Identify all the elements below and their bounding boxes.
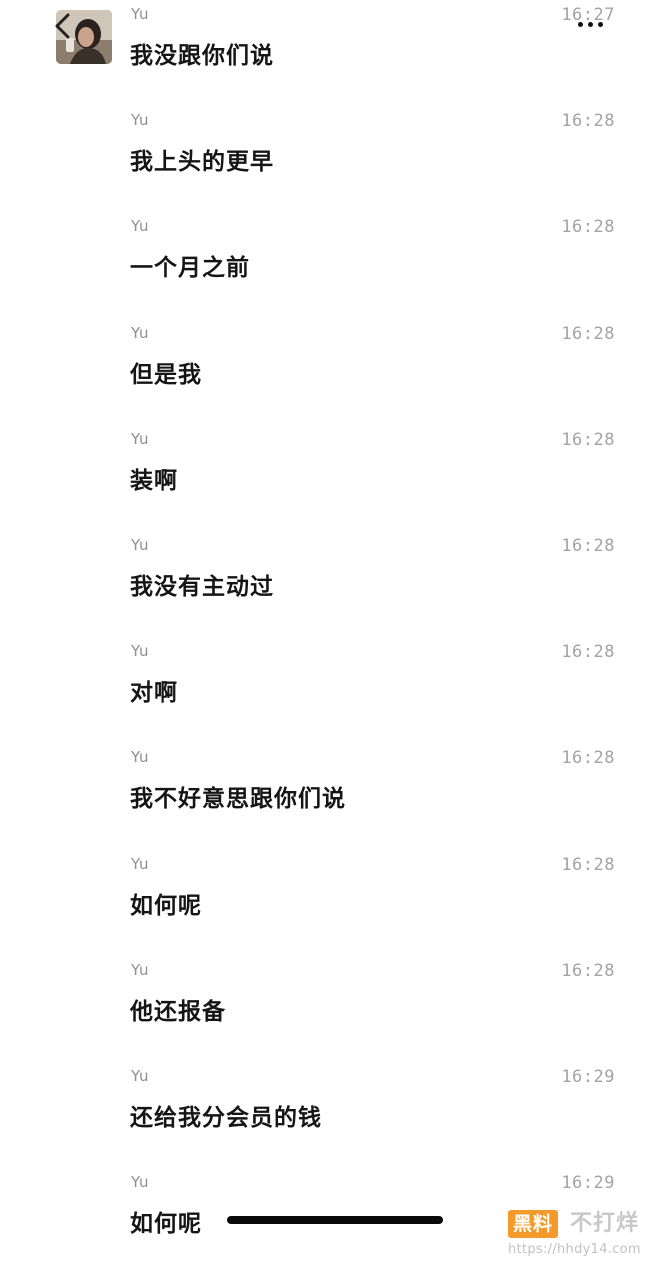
message-text: 我没跟你们说 — [130, 43, 274, 69]
home-indicator[interactable] — [227, 1216, 443, 1224]
message-time: 16:28 — [561, 217, 615, 238]
message-time: 16:28 — [561, 111, 615, 132]
message-sender: Yu — [131, 323, 149, 342]
more-dot — [578, 22, 583, 27]
message-time: 16:28 — [561, 960, 615, 981]
message-time: 16:29 — [561, 1173, 615, 1194]
message-item[interactable]: Yu 16:28 但是我 — [0, 319, 671, 425]
message-sender: Yu — [131, 111, 149, 130]
message-item[interactable]: Yu 16:28 一个月之前 — [0, 212, 671, 318]
message-sender: Yu — [131, 960, 149, 979]
message-sender: Yu — [131, 748, 149, 767]
message-time: 16:28 — [561, 323, 615, 344]
message-item[interactable]: Yu 16:28 如何呢 — [0, 850, 671, 956]
chevron-left-icon[interactable] — [52, 12, 74, 40]
message-sender: Yu — [131, 854, 149, 873]
message-text: 如何呢 — [130, 1211, 202, 1238]
message-text: 对啊 — [130, 680, 178, 707]
message-item[interactable]: Yu 16:28 装啊 — [0, 425, 671, 531]
message-item[interactable]: Yu 16:29 还给我分会员的钱 — [0, 1062, 671, 1168]
message-sender: Yu — [131, 429, 149, 448]
message-text: 我上头的更早 — [130, 149, 274, 176]
message-sender: Yu — [131, 1066, 149, 1085]
more-dots-icon[interactable] — [578, 22, 603, 27]
message-sender: Yu — [131, 217, 149, 236]
message-time: 16:28 — [561, 854, 615, 875]
message-item[interactable]: Yu 16:28 我不好意思跟你们说 — [0, 743, 671, 849]
message-text: 他还报备 — [130, 998, 226, 1025]
message-text: 我没有主动过 — [130, 573, 274, 600]
message-sender: Yu — [131, 5, 149, 23]
message-item[interactable]: Yu 16:28 我上头的更早 — [0, 106, 671, 212]
message-time: 16:28 — [561, 748, 615, 769]
message-list[interactable]: Yu 16:27 我没跟你们说 Yu 16:28 我上头的更早 Yu 16:28… — [0, 0, 671, 1274]
more-dot — [588, 22, 593, 27]
chat-screen: Yu 16:27 我没跟你们说 Yu 16:28 我上头的更早 Yu 16:28… — [0, 0, 671, 1280]
watermark-logo: 黑料 — [508, 1210, 559, 1238]
message-sender: Yu — [131, 642, 149, 661]
watermark-url: https://hhdy14.com — [508, 1242, 641, 1257]
message-time: 16:28 — [561, 642, 615, 663]
message-sender: Yu — [131, 1173, 149, 1192]
message-text: 如何呢 — [130, 892, 202, 919]
watermark: 黑料 不打烊 https://hhdy14.com — [508, 1208, 658, 1266]
watermark-brand: 不打烊 — [570, 1211, 640, 1236]
message-time: 16:29 — [561, 1066, 615, 1087]
message-sender: Yu — [131, 535, 149, 554]
message-text: 一个月之前 — [130, 255, 250, 282]
message-text: 我不好意思跟你们说 — [130, 786, 346, 813]
message-text: 还给我分会员的钱 — [130, 1104, 322, 1131]
message-text: 装啊 — [130, 467, 178, 494]
message-text: 但是我 — [130, 361, 202, 388]
message-item[interactable]: Yu 16:28 对啊 — [0, 637, 671, 743]
message-item[interactable]: Yu 16:28 他还报备 — [0, 956, 671, 1062]
more-dot — [598, 22, 603, 27]
message-time: 16:28 — [561, 429, 615, 450]
message-item[interactable]: Yu 16:28 我没有主动过 — [0, 531, 671, 637]
message-time: 16:28 — [561, 535, 615, 556]
